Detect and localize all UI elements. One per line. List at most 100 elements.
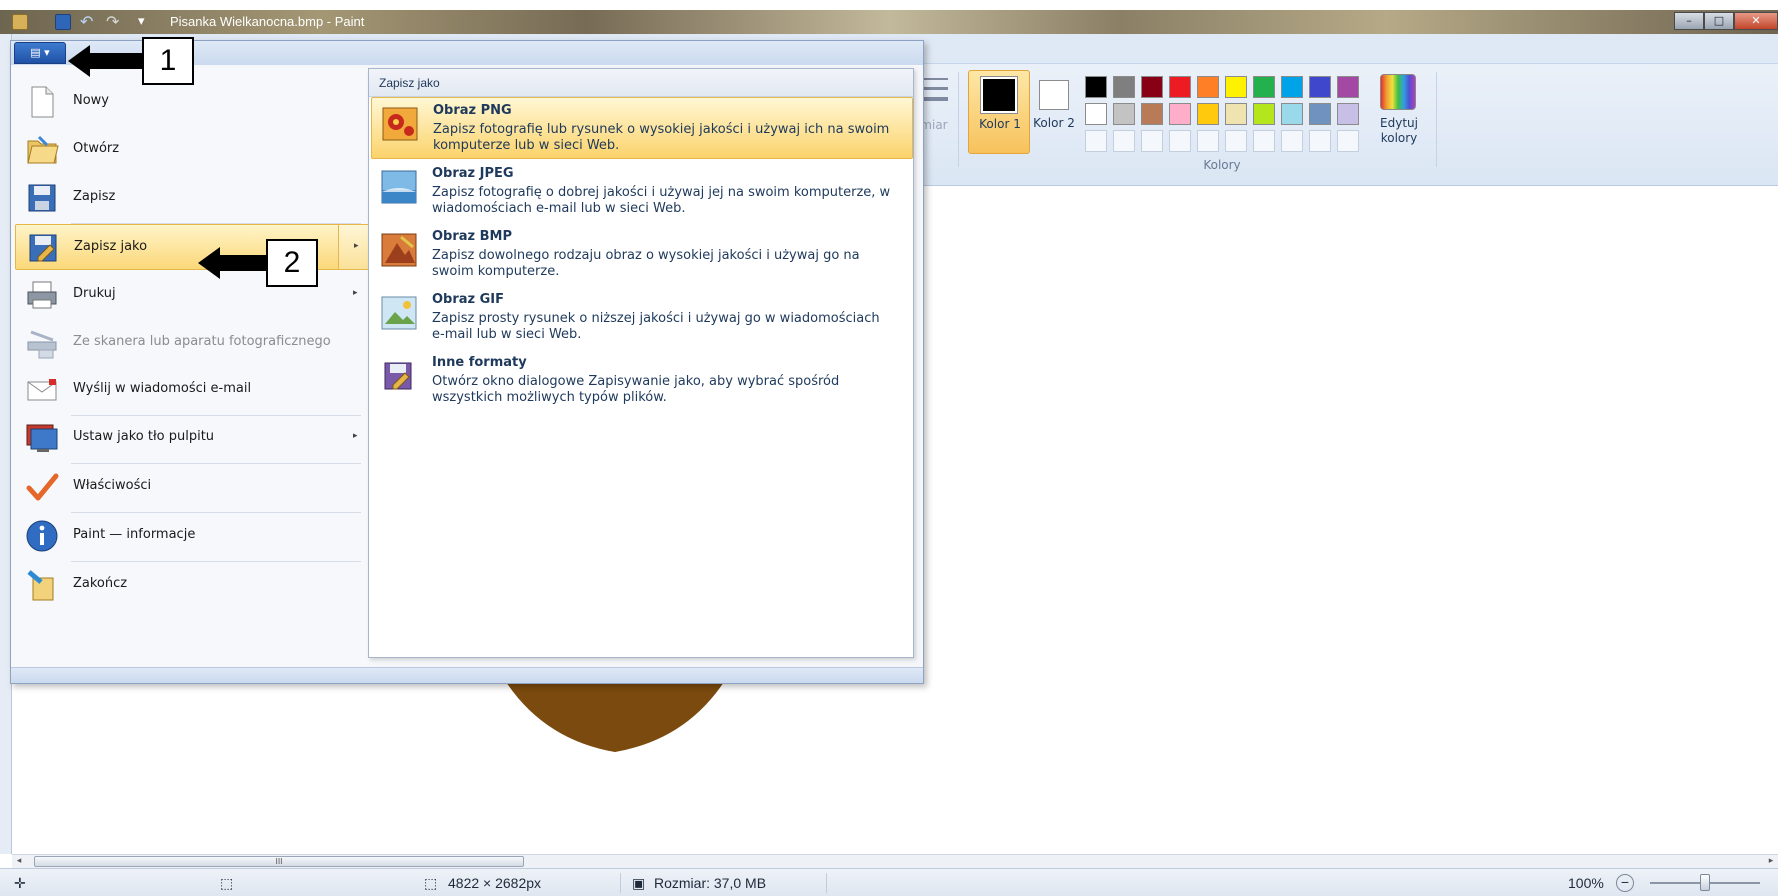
submenu-arrow-icon: ▸ [353, 288, 358, 298]
file-menu-item-label: Zapisz jako [74, 239, 148, 254]
email-icon [25, 373, 59, 407]
status-bar: ✛ ⬚ ⬚ 4822 × 2682px ▣ Rozmiar: 37,0 MB 1… [0, 868, 1778, 896]
file-menu-item[interactable]: Otwórz [15, 127, 371, 173]
scroll-left-arrow-icon[interactable]: ◂ [12, 855, 26, 868]
custom-color-slot[interactable] [1141, 130, 1163, 152]
file-menu-item[interactable]: Wyślij w wiadomości e-mail [15, 367, 371, 413]
save-format-option[interactable]: Inne formaty Otwórz okno dialogowe Zapisy… [371, 350, 913, 412]
color1-button[interactable]: Kolor 1 [968, 70, 1030, 154]
save-format-title: Obraz BMP [432, 229, 513, 244]
save-format-title: Obraz PNG [433, 103, 512, 118]
custom-color-slot[interactable] [1169, 130, 1191, 152]
save-format-title: Obraz GIF [432, 292, 505, 307]
palette-swatch[interactable] [1281, 103, 1303, 125]
palette-swatch[interactable] [1253, 103, 1275, 125]
save-format-option[interactable]: Obraz GIF Zapisz prosty rysunek o niższej… [371, 287, 913, 349]
custom-color-slot[interactable] [1309, 130, 1331, 152]
submenu-arrow-icon: ▸ [354, 241, 359, 251]
palette-swatch[interactable] [1085, 76, 1107, 98]
palette-swatch[interactable] [1113, 76, 1135, 98]
callout-1-arrow [88, 53, 144, 69]
image-dimensions: 4822 × 2682px [448, 875, 542, 891]
file-menu-item[interactable]: Zapisz [15, 175, 371, 221]
zoom-slider-thumb[interactable] [1700, 874, 1710, 891]
palette-swatch[interactable] [1337, 103, 1359, 125]
cursor-position-icon: ✛ [14, 875, 26, 891]
color2-button[interactable]: Kolor 2 [1032, 70, 1076, 154]
color1-label: Kolor 1 [979, 117, 1021, 131]
customize-quick-access-icon[interactable]: ▾ [138, 14, 154, 30]
palette-swatch[interactable] [1169, 103, 1191, 125]
undo-icon[interactable]: ↶ [80, 14, 96, 30]
palette-swatch[interactable] [1113, 103, 1135, 125]
scroll-thumb[interactable]: III [34, 856, 524, 867]
save-as-icon [26, 231, 60, 265]
info-icon [25, 519, 59, 553]
file-menu-item[interactable]: Zakończ [15, 562, 371, 608]
file-menu-button[interactable]: ▤ ▾ [14, 42, 66, 64]
file-menu-item[interactable]: Paint — informacje [15, 513, 371, 559]
edit-colors-button[interactable]: Edytuj kolory [1374, 74, 1424, 154]
file-menu-item-label: Zakończ [73, 576, 128, 591]
color-wheel-icon [1380, 74, 1416, 110]
save-as-submenu: Zapisz jako Obraz PNG Zapisz fotografię l… [368, 68, 914, 658]
palette-swatch[interactable] [1085, 103, 1107, 125]
palette-swatch[interactable] [1309, 103, 1331, 125]
color1-swatch [980, 76, 1018, 114]
custom-color-slot[interactable] [1225, 130, 1247, 152]
save-format-description: Zapisz fotografię lub rysunek o wysokiej… [433, 122, 890, 153]
edit-colors-label: Edytuj kolory [1380, 116, 1418, 145]
callout-1-box: 1 [142, 37, 194, 85]
png-image-icon [382, 107, 418, 141]
custom-color-slot[interactable] [1281, 130, 1303, 152]
custom-color-slot[interactable] [1197, 130, 1219, 152]
file-menu-item: Ze skanera lub aparatu fotograficznego [15, 320, 371, 366]
palette-swatch[interactable] [1197, 103, 1219, 125]
file-menu-item-label: Otwórz [73, 141, 120, 156]
status-separator [826, 873, 827, 893]
zoom-out-button[interactable]: − [1616, 874, 1634, 892]
save-format-option[interactable]: Obraz PNG Zapisz fotografię lub rysunek o… [371, 97, 913, 159]
custom-color-slot[interactable] [1337, 130, 1359, 152]
file-menu-item-label: Ze skanera lub aparatu fotograficznego [73, 334, 331, 349]
palette-swatch[interactable] [1141, 103, 1163, 125]
save-format-option[interactable]: Obraz BMP Zapisz dowolnego rodzaju obraz … [371, 224, 913, 286]
close-button[interactable]: ✕ [1734, 12, 1778, 30]
maximize-button[interactable]: □ [1704, 12, 1734, 30]
palette-swatch[interactable] [1197, 76, 1219, 98]
save-format-option[interactable]: Obraz JPEG Zapisz fotografię o dobrej jak… [371, 161, 913, 223]
paint-app-icon[interactable] [12, 14, 28, 30]
palette-swatch[interactable] [1337, 76, 1359, 98]
printer-icon [25, 278, 59, 312]
custom-color-slot[interactable] [1113, 130, 1135, 152]
selection-size-icon: ⬚ [220, 875, 234, 891]
palette-swatch[interactable] [1141, 76, 1163, 98]
save-format-description: Otwórz okno dialogowe Zapisywanie jako, … [432, 374, 840, 405]
palette-swatch[interactable] [1281, 76, 1303, 98]
file-menu-item-label: Wyślij w wiadomości e-mail [73, 381, 252, 396]
callout-2-arrowhead [198, 247, 220, 279]
save-format-description: Zapisz prosty rysunek o niższej jakości … [432, 311, 880, 342]
file-menu-item[interactable]: Ustaw jako tło pulpitu ▸ [15, 415, 371, 461]
quick-save-icon[interactable] [55, 14, 71, 30]
color2-swatch [1039, 80, 1069, 110]
callout-2-box: 2 [266, 239, 318, 287]
custom-color-slot[interactable] [1253, 130, 1275, 152]
file-menu-item[interactable]: Właściwości [15, 464, 371, 510]
zoom-level: 100% [1568, 875, 1604, 891]
palette-swatch[interactable] [1309, 76, 1331, 98]
minimize-button[interactable]: – [1674, 12, 1704, 30]
window-controls: – □ ✕ [1674, 12, 1778, 30]
new-document-icon [25, 85, 59, 119]
file-menu-item[interactable]: Nowy [15, 79, 371, 125]
palette-swatch[interactable] [1225, 103, 1247, 125]
palette-swatch[interactable] [1169, 76, 1191, 98]
horizontal-scrollbar[interactable]: ◂ III ▸ [12, 854, 1778, 868]
redo-icon[interactable]: ↷ [106, 14, 122, 30]
scroll-right-arrow-icon[interactable]: ▸ [1764, 855, 1778, 868]
palette-swatch[interactable] [1225, 76, 1247, 98]
palette-swatch[interactable] [1253, 76, 1275, 98]
file-menu-item-label: Drukuj [73, 286, 116, 301]
custom-color-slot[interactable] [1085, 130, 1107, 152]
save-format-title: Inne formaty [432, 355, 527, 370]
